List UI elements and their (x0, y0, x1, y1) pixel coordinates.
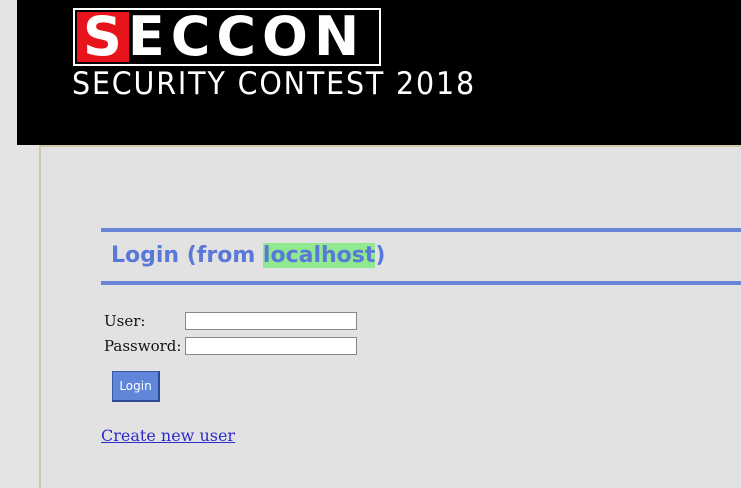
site-header: SECCON SECURITY CONTEST 2018 (17, 0, 741, 145)
heading-rule-top (101, 228, 741, 232)
left-gutter (0, 0, 17, 486)
main-content: Login (from localhost) User: Password: L… (39, 145, 741, 488)
host-name: localhost (262, 243, 376, 268)
logo-text: SECCON (83, 5, 366, 68)
site-subtitle: SECURITY CONTEST 2018 (72, 66, 477, 102)
login-heading-suffix: ) (375, 243, 386, 268)
login-heading: Login (from localhost) (111, 243, 385, 268)
password-label: Password: (104, 337, 182, 355)
create-new-user-link[interactable]: Create new user (101, 426, 235, 445)
seccon-logo: SECCON (73, 8, 381, 66)
heading-rule-bottom (101, 281, 741, 285)
password-input[interactable] (185, 337, 357, 355)
user-input[interactable] (185, 312, 357, 330)
login-heading-prefix: Login (from (111, 243, 263, 268)
user-label: User: (104, 312, 146, 330)
login-button[interactable]: Login (112, 371, 160, 402)
